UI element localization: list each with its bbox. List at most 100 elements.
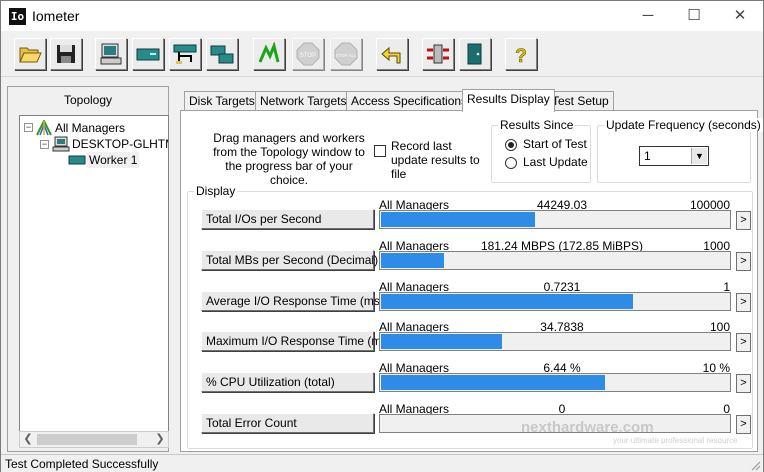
watermark-sub: your ultimate professional resource [613, 436, 738, 445]
metric-progress-fill [381, 334, 502, 349]
reset-workers-button[interactable] [376, 38, 408, 70]
chevron-down-icon[interactable]: ▼ [691, 148, 707, 164]
metric-progress-fill [381, 212, 535, 227]
expand-manager[interactable]: − [40, 140, 49, 149]
scroll-thumb[interactable] [37, 434, 137, 445]
status-bar: Test Completed Successfully [1, 454, 763, 472]
open-config-button[interactable] [14, 38, 46, 70]
title-bar[interactable]: Io Iometer ─ ☐ ✕ [1, 1, 763, 31]
folder-open-icon [19, 47, 42, 63]
drag-instructions: Drag managers and workers from the Topol… [213, 131, 365, 187]
computer-icon [100, 43, 122, 65]
worker-icon [68, 155, 86, 165]
update-frequency-select[interactable]: 1 ▼ [639, 146, 709, 166]
metric-select-button[interactable]: Average I/O Response Time (ms) [201, 291, 384, 311]
topology-pane: Topology − All Managers − DESKTOP-GLHTM … [7, 86, 169, 452]
metric-progress-bar[interactable] [379, 210, 731, 229]
new-network-worker-button[interactable] [169, 38, 201, 70]
new-manager-button[interactable] [422, 38, 454, 70]
tab-test-setup[interactable]: Test Setup [547, 91, 614, 111]
svg-text:?: ? [515, 46, 527, 66]
floppy-disk-icon [57, 45, 75, 63]
start-display-button[interactable] [95, 38, 127, 70]
svg-text:STOP: STOP [300, 53, 316, 59]
help-icon: ? [515, 46, 527, 66]
computer-icon [52, 136, 70, 152]
metric-select-button[interactable]: % CPU Utilization (total) [201, 372, 374, 392]
green-flag-icon [258, 42, 280, 63]
tree-item-manager[interactable]: DESKTOP-GLHTM [72, 136, 168, 152]
metric-progress-bar[interactable] [379, 292, 731, 311]
scroll-left-arrow-icon[interactable]: ❮ [20, 432, 36, 447]
metric-more-button[interactable]: > [736, 415, 751, 434]
results-display-panel: Drag managers and workers from the Topol… [180, 110, 763, 452]
manager-icon [427, 44, 449, 64]
metric-select-button[interactable]: Total Error Count [201, 413, 374, 433]
radio-last-update-label[interactable]: Last Update [523, 155, 588, 169]
watermark: nexthardware.com [521, 419, 654, 436]
metric-select-button[interactable]: Total MBs per Second (Decimal) [201, 250, 378, 270]
metric-select-button[interactable]: Maximum I/O Response Time (ms) [201, 331, 391, 351]
metric-progress-fill [381, 253, 444, 268]
tab-results-display[interactable]: Results Display [462, 89, 555, 112]
update-frequency-value: 1 [644, 149, 651, 163]
iometer-app-icon: Io [9, 8, 26, 25]
new-disk-worker-button[interactable] [132, 38, 164, 70]
metric-select-button[interactable]: Total I/Os per Second [201, 209, 374, 229]
results-since-title: Results Since [498, 118, 576, 132]
iometer-window: Io Iometer ─ ☐ ✕ STOP STOP ALL ? Topolog… [0, 0, 764, 472]
update-frequency-title: Update Frequency (seconds) [604, 118, 763, 132]
topology-tree[interactable]: − All Managers − DESKTOP-GLHTM Worker 1 [19, 115, 169, 432]
stop-all-button[interactable]: STOP ALL [330, 38, 362, 70]
close-button[interactable]: ✕ [717, 1, 763, 31]
about-button[interactable]: ? [505, 38, 537, 70]
toolbar: STOP STOP ALL ? [1, 31, 763, 77]
metric-more-button[interactable]: > [736, 293, 751, 312]
radio-last-update[interactable] [505, 157, 517, 169]
save-config-button[interactable] [50, 38, 82, 70]
metric-progress-bar[interactable] [379, 373, 731, 392]
exit-button[interactable] [459, 38, 491, 70]
tab-access-specifications[interactable]: Access Specifications [346, 91, 473, 111]
tree-item-all-managers[interactable]: All Managers [55, 120, 125, 136]
stop-test-button[interactable]: STOP [292, 38, 324, 70]
window-title: Iometer [32, 8, 80, 24]
stop-icon: STOP [296, 42, 320, 66]
metric-progress-fill [381, 375, 605, 390]
reset-arrow-icon [381, 46, 401, 64]
metric-more-button[interactable]: > [736, 374, 751, 393]
duplicate-worker-button[interactable] [206, 38, 238, 70]
exit-door-icon [467, 43, 482, 65]
metric-progress-fill [381, 294, 633, 309]
results-since-group: Results Since Start of Test Last Update [491, 118, 591, 183]
tab-network-targets[interactable]: Network Targets [255, 91, 352, 111]
disk-worker-icon [136, 48, 160, 61]
tab-disk-targets[interactable]: Disk Targets [184, 91, 260, 111]
metric-progress-bar[interactable] [379, 251, 731, 270]
topology-horizontal-scrollbar[interactable]: ❮ ❯ [19, 431, 169, 448]
scroll-right-arrow-icon[interactable]: ❯ [152, 432, 168, 447]
all-managers-icon [36, 120, 52, 136]
stop-all-icon: STOP ALL [334, 42, 358, 66]
radio-start-of-test[interactable] [505, 139, 517, 151]
update-frequency-group: Update Frequency (seconds) 1 ▼ [597, 118, 763, 183]
network-worker-icon [173, 44, 197, 64]
resize-grip-icon[interactable] [749, 459, 761, 471]
svg-text:STOP ALL: STOP ALL [335, 53, 357, 58]
metric-more-button[interactable]: > [736, 211, 751, 230]
metric-more-button[interactable]: > [736, 252, 751, 271]
record-results-label[interactable]: Record last update results to file [391, 139, 491, 181]
start-tests-button[interactable] [253, 38, 285, 70]
duplicate-icon [210, 45, 234, 64]
expand-all-managers[interactable]: − [24, 123, 33, 132]
display-title: Display [194, 184, 238, 198]
status-text: Test Completed Successfully [5, 457, 159, 471]
metric-progress-bar[interactable] [379, 332, 731, 351]
tree-item-worker[interactable]: Worker 1 [87, 152, 140, 168]
metric-more-button[interactable]: > [736, 333, 751, 352]
radio-start-of-test-label[interactable]: Start of Test [523, 137, 587, 151]
maximize-button[interactable]: ☐ [671, 1, 717, 31]
minimize-button[interactable]: ─ [625, 1, 671, 31]
record-results-checkbox[interactable] [374, 145, 386, 157]
topology-label: Topology [63, 93, 113, 107]
